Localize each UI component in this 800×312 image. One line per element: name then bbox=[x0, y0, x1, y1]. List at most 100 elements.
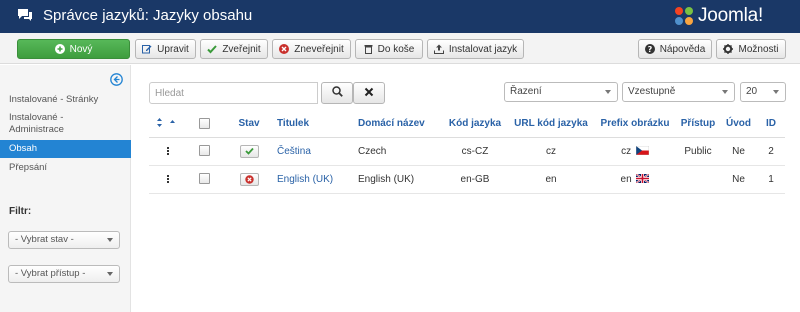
ordering-select[interactable]: Řazení bbox=[504, 82, 618, 102]
new-button[interactable]: Nový bbox=[17, 39, 130, 59]
languages-table: Stav Titulek Domácí název Kód jazyka URL… bbox=[149, 111, 785, 194]
sidebar: Instalované - Stránky Instalované - Admi… bbox=[0, 65, 131, 312]
edit-icon bbox=[142, 44, 152, 54]
table-row: English (UK) English (UK) en-GB en en Ne… bbox=[149, 165, 785, 194]
drag-handle-icon[interactable] bbox=[167, 174, 169, 183]
help-label: Nápověda bbox=[659, 43, 706, 55]
joomla-logo[interactable]: Joomla! bbox=[673, 4, 763, 28]
col-state[interactable]: Stav bbox=[221, 111, 277, 138]
col-access[interactable]: Přístup bbox=[676, 111, 720, 138]
chevron-down-icon bbox=[773, 90, 779, 94]
help-button[interactable]: ? Nápověda bbox=[638, 39, 712, 59]
native-cell: English (UK) bbox=[358, 165, 442, 194]
col-home[interactable]: Úvod bbox=[720, 111, 757, 138]
times-circle-icon bbox=[244, 174, 254, 184]
id-cell: 2 bbox=[757, 137, 785, 166]
question-circle-icon: ? bbox=[644, 44, 655, 54]
arrow-left-circle-icon[interactable] bbox=[110, 73, 123, 89]
url-cell: cz bbox=[508, 137, 594, 166]
edit-button[interactable]: Upravit bbox=[135, 39, 196, 59]
filter-label: Filtr: bbox=[9, 206, 32, 217]
search-input[interactable] bbox=[149, 82, 318, 104]
cz-flag-icon bbox=[635, 146, 649, 156]
checkbox-cell bbox=[187, 165, 221, 194]
sort-icon bbox=[157, 117, 179, 130]
toolbar: Nový Upravit Zveřejnit Zneveřejnit Do ko… bbox=[0, 33, 800, 64]
row-checkbox[interactable] bbox=[198, 145, 210, 157]
image-cell: cz bbox=[594, 137, 676, 166]
col-image-prefix[interactable]: Prefix obrázku bbox=[594, 111, 676, 138]
trash-icon bbox=[364, 44, 373, 54]
direction-select[interactable]: Vzestupně bbox=[622, 82, 735, 102]
sidebar-item-installed-admin[interactable]: Instalované - Administrace bbox=[0, 112, 110, 136]
edit-label: Upravit bbox=[157, 43, 189, 55]
state-filter-value: - Vybrat stav - bbox=[15, 234, 74, 245]
select-all-checkbox[interactable] bbox=[198, 118, 210, 130]
options-label: Možnosti bbox=[738, 43, 779, 55]
title-cell: Čeština bbox=[277, 137, 358, 166]
clear-search-button[interactable] bbox=[353, 82, 385, 104]
page-title: Správce jazyků: Jazyky obsahu bbox=[43, 7, 253, 24]
select-all-cell bbox=[187, 111, 221, 138]
drag-handle-icon[interactable] bbox=[167, 146, 169, 155]
code-cell: cs-CZ bbox=[442, 137, 508, 166]
options-button[interactable]: Možnosti bbox=[716, 39, 786, 59]
unpublish-button[interactable]: Zneveřejnit bbox=[272, 39, 351, 59]
image-cell: en bbox=[594, 165, 676, 194]
limit-value: 20 bbox=[746, 86, 758, 97]
sidebar-item-overrides[interactable]: Přepsání bbox=[0, 162, 131, 174]
limit-select[interactable]: 20 bbox=[740, 82, 786, 102]
table-header-row: Stav Titulek Domácí název Kód jazyka URL… bbox=[149, 111, 785, 138]
state-cell bbox=[221, 137, 277, 166]
publish-button[interactable]: Zveřejnit bbox=[200, 39, 268, 59]
chevron-down-icon bbox=[107, 272, 113, 276]
joomla-logo-mark bbox=[675, 7, 693, 25]
native-cell: Czech bbox=[358, 137, 442, 166]
chevron-down-icon bbox=[605, 90, 611, 94]
access-cell bbox=[676, 165, 720, 194]
times-circle-icon bbox=[279, 44, 290, 54]
col-native[interactable]: Domácí název bbox=[358, 111, 442, 138]
sort-column-header[interactable] bbox=[149, 111, 187, 138]
published-toggle[interactable] bbox=[239, 144, 259, 158]
direction-value: Vzestupně bbox=[628, 86, 676, 97]
language-title-link[interactable]: Čeština bbox=[277, 146, 311, 157]
publish-label: Zveřejnit bbox=[222, 43, 261, 55]
access-filter-value: - Vybrat přístup - bbox=[15, 268, 86, 279]
unpublished-toggle[interactable] bbox=[239, 172, 259, 186]
col-url-code[interactable]: URL kód jazyka bbox=[508, 111, 594, 138]
install-label: Instalovat jazyk bbox=[448, 43, 518, 55]
sidebar-item-content[interactable]: Obsah bbox=[0, 140, 131, 158]
language-title-link[interactable]: English (UK) bbox=[277, 174, 333, 185]
gear-icon bbox=[723, 44, 734, 54]
col-code[interactable]: Kód jazyka bbox=[442, 111, 508, 138]
state-cell bbox=[221, 165, 277, 194]
install-language-button[interactable]: Instalovat jazyk bbox=[427, 39, 524, 59]
search-button[interactable] bbox=[321, 82, 353, 104]
col-id[interactable]: ID bbox=[757, 111, 785, 138]
close-icon bbox=[364, 87, 374, 100]
check-icon bbox=[244, 147, 254, 155]
access-cell: Public bbox=[676, 137, 720, 166]
url-cell: en bbox=[508, 165, 594, 194]
checkbox-cell bbox=[187, 137, 221, 166]
chevron-down-icon bbox=[722, 90, 728, 94]
check-icon bbox=[207, 44, 218, 54]
col-title[interactable]: Titulek bbox=[277, 111, 358, 138]
drag-cell bbox=[149, 165, 187, 194]
drag-cell bbox=[149, 137, 187, 166]
access-filter-select[interactable]: - Vybrat přístup - bbox=[8, 265, 120, 283]
sidebar-item-installed-site[interactable]: Instalované - Stránky bbox=[0, 94, 131, 106]
plus-circle-icon bbox=[54, 44, 65, 54]
trash-button[interactable]: Do koše bbox=[355, 39, 423, 59]
title-cell: English (UK) bbox=[277, 165, 358, 194]
svg-text:?: ? bbox=[647, 45, 652, 54]
chevron-down-icon bbox=[107, 238, 113, 242]
search-icon bbox=[331, 86, 343, 100]
logo-text: Joomla! bbox=[698, 5, 764, 26]
row-checkbox[interactable] bbox=[198, 173, 210, 185]
home-cell: Ne bbox=[720, 137, 757, 166]
uk-flag-icon bbox=[636, 174, 650, 184]
image-prefix: en bbox=[620, 173, 632, 185]
state-filter-select[interactable]: - Vybrat stav - bbox=[8, 231, 120, 249]
